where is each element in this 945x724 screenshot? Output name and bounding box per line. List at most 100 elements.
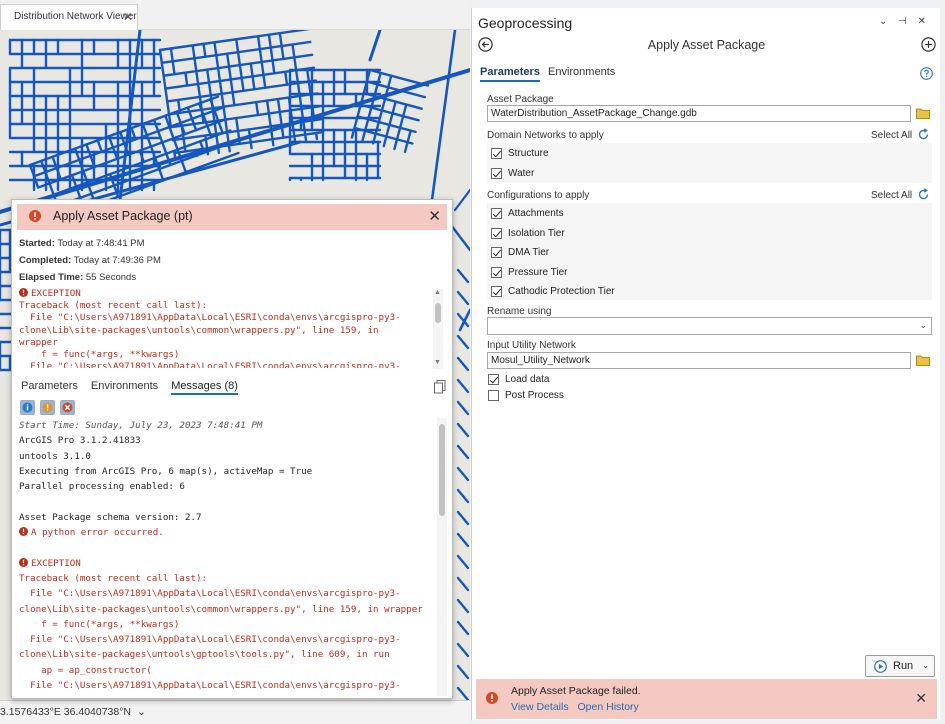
pipe-line — [293, 56, 298, 72]
pipe-line — [456, 378, 470, 394]
checkbox[interactable] — [491, 167, 502, 179]
utility-network-input[interactable]: Mosul_Utility_Network — [487, 352, 911, 369]
pipe-line — [158, 48, 164, 65]
pipe-line — [456, 620, 470, 636]
pipe-line — [184, 71, 189, 87]
checkbox[interactable] — [488, 390, 499, 401]
pipe-line — [162, 74, 167, 90]
folder-icon[interactable] — [916, 354, 930, 366]
help-icon[interactable] — [920, 67, 933, 80]
pipe-line — [258, 47, 263, 64]
error-icon — [486, 692, 498, 704]
folder-icon[interactable] — [916, 107, 930, 119]
utility-network-label: Input Utility Network — [487, 340, 576, 351]
tab-messages[interactable]: Messages (8) — [171, 380, 238, 395]
copy-icon[interactable] — [434, 380, 446, 394]
pane-controls[interactable]: ⌄ ⊣ ✕ — [879, 16, 930, 27]
select-all-configurations[interactable]: Select All — [871, 190, 912, 201]
close-icon[interactable]: ✕ — [915, 690, 927, 707]
select-all-domain-networks[interactable]: Select All — [871, 130, 912, 141]
view-details-link[interactable]: View Details — [511, 701, 569, 713]
pipe-line — [456, 488, 470, 504]
popup-title: Apply Asset Package (pt) — [53, 209, 193, 223]
asset-package-input[interactable]: WaterDistribution_AssetPackage_Change.gd… — [487, 105, 911, 122]
log-traceback-line: File "C:\Users\A971891\AppData\Local\ESR… — [19, 634, 401, 646]
configurations-list: Attachments Isolation Tier DMA Tier Pressur… — [487, 203, 932, 300]
checkbox[interactable] — [491, 266, 502, 278]
add-icon[interactable] — [921, 37, 936, 52]
chevron-down-icon[interactable]: ⌄ — [137, 706, 146, 718]
pipe-line — [85, 143, 92, 157]
checkbox-label: DMA Tier — [508, 247, 550, 258]
checkbox-label: Attachments — [508, 208, 564, 219]
pipe-line — [456, 444, 470, 460]
close-icon[interactable]: ✕ — [123, 5, 133, 29]
checkbox[interactable] — [491, 286, 502, 297]
tool-name: Apply Asset Package — [647, 38, 766, 52]
error-filter-button[interactable] — [60, 400, 75, 415]
domain-networks-list: Structure Water — [487, 143, 932, 183]
open-history-link[interactable]: Open History — [578, 701, 639, 713]
refresh-icon[interactable] — [917, 128, 930, 141]
pipe-line — [96, 139, 103, 153]
log-traceback-line: clone\Lib\site-packages\untools\gptools\… — [19, 693, 437, 696]
geoprocessing-pane: Geoprocessing ⌄ ⊣ ✕ Apply Asset Package … — [471, 8, 940, 720]
tab-environments[interactable]: Environments — [91, 380, 158, 392]
pipe-line — [456, 400, 470, 416]
pipe-line — [236, 50, 242, 67]
close-icon[interactable]: ✕ — [428, 207, 441, 225]
pipe-line — [202, 42, 207, 58]
pipe-line — [456, 422, 470, 438]
pipe-line — [368, 30, 382, 62]
completed-time: Completed: Today at 7:49:36 PM — [19, 255, 161, 266]
pipe-line — [456, 290, 470, 306]
checkbox[interactable] — [491, 148, 502, 159]
checkbox[interactable] — [488, 374, 499, 385]
info-filter-button[interactable] — [20, 400, 35, 415]
warning-filter-button[interactable] — [40, 400, 55, 415]
popup-tabs: Parameters Environments Messages (8) — [21, 380, 248, 398]
pipe-line — [314, 131, 319, 141]
checkbox-label: Cathodic Protection Tier — [508, 286, 615, 297]
checkbox-label: Structure — [508, 148, 549, 159]
chevron-down-icon: ⌄ — [919, 320, 927, 330]
traceback-line: f = func(*args, **kwargs) — [19, 349, 180, 361]
refresh-icon[interactable] — [917, 188, 930, 201]
log-line: Parallel processing enabled: 6 — [19, 481, 185, 493]
failure-message: Apply Asset Package failed. — [511, 685, 641, 697]
pipe-line — [213, 41, 218, 57]
excerpt-scrollbar[interactable]: ▲ ▼ — [433, 289, 443, 369]
checkbox[interactable] — [491, 208, 502, 219]
pipe-line — [218, 79, 223, 96]
failure-links: View Details Open History — [511, 701, 645, 713]
checkbox[interactable] — [491, 247, 502, 258]
pipe-line — [456, 532, 470, 548]
log-line: Executing from ArcGIS Pro, 6 map(s), act… — [19, 465, 313, 477]
log-traceback-line: clone\Lib\site-packages\untools\gptools\… — [19, 649, 390, 661]
pipe-line — [225, 52, 231, 68]
started-time: Started: Today at 7:48:41 PM — [19, 238, 145, 249]
tab-parameters[interactable]: Parameters — [480, 66, 540, 82]
chevron-down-icon[interactable]: ⌄ — [922, 661, 929, 670]
warning-icon — [42, 402, 53, 413]
pipe-line — [256, 35, 262, 51]
run-button[interactable]: Run ⌄ — [865, 655, 935, 677]
rename-dropdown[interactable]: ⌄ — [487, 317, 932, 335]
popup-header: Apply Asset Package (pt) ✕ — [17, 204, 447, 230]
pipe-line — [231, 91, 236, 107]
messages-scrollbar[interactable] — [437, 418, 447, 696]
pipe-line — [291, 43, 296, 59]
pipe-line — [164, 87, 169, 103]
traceback-line: clone\Lib\site-packages\untools\common\w… — [19, 324, 379, 336]
pipe-line — [303, 133, 308, 142]
tab-parameters[interactable]: Parameters — [21, 380, 78, 392]
play-icon — [874, 660, 887, 673]
tab-distribution-network-viewer[interactable]: Distribution Network Viewer ✕ — [0, 4, 138, 30]
pipe-line — [227, 144, 231, 153]
checkbox[interactable] — [491, 227, 502, 239]
error-excerpt: EXCEPTION Traceback (most recent call las… — [19, 288, 439, 368]
error-icon — [29, 210, 41, 222]
tab-environments[interactable]: Environments — [548, 66, 615, 78]
pipe-line — [158, 30, 310, 52]
